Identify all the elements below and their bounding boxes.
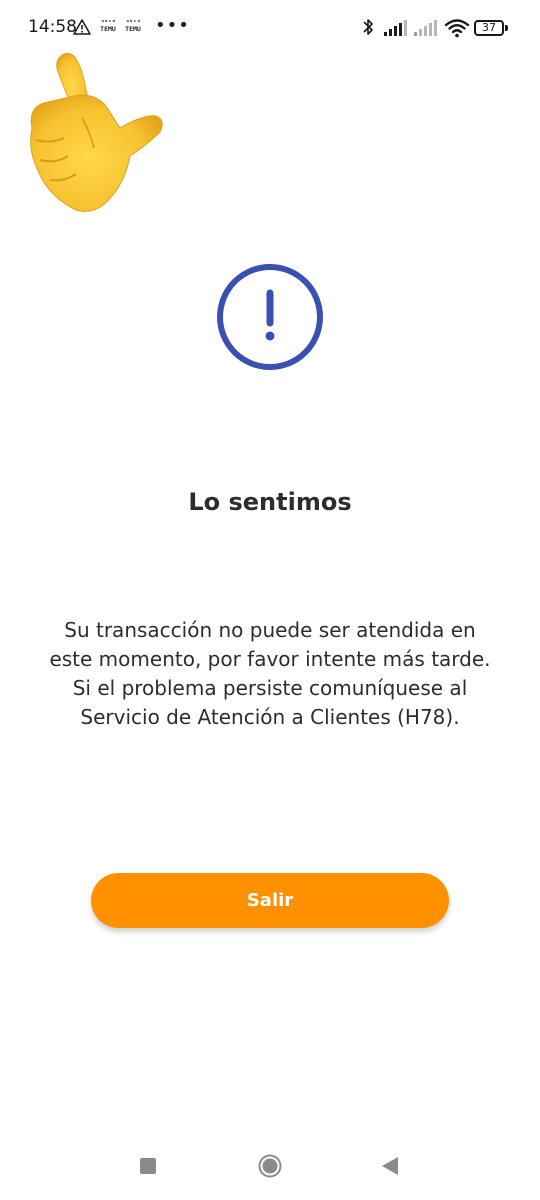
error-screen: 14:58 ᵃᵇᶜᵈ TEMU ᵃᵇᶜᵈ TEMU ••• 37 Lo sent…	[0, 0, 540, 1200]
exit-button[interactable]: Salir	[91, 873, 449, 928]
error-message: Su transacción no puede ser atendida en …	[40, 616, 500, 732]
recents-icon[interactable]	[140, 1158, 156, 1174]
battery-icon: 37	[474, 20, 504, 36]
battery-tip	[505, 25, 508, 31]
cell-signal-icon	[414, 20, 437, 36]
bluetooth-icon	[363, 19, 373, 35]
back-icon[interactable]	[381, 1156, 399, 1176]
exclamation-circle-icon	[217, 264, 323, 370]
navigation-bar	[0, 1140, 540, 1200]
message-line: Si el problema persiste comuníquese al	[72, 676, 468, 700]
temu-badge-label: TEMU	[125, 25, 141, 33]
message-line: Servicio de Atención a Clientes (H78).	[80, 705, 460, 729]
wifi-icon	[444, 19, 470, 38]
more-notifications-icon: •••	[155, 15, 190, 36]
temu-notification-icon: ᵃᵇᶜᵈ TEMU	[97, 19, 119, 35]
page-title: Lo sentimos	[188, 488, 352, 516]
status-time: 14:58	[28, 17, 77, 37]
pointing-hand-icon	[30, 52, 163, 212]
warning-icon	[73, 19, 91, 35]
temu-notification-icon: ᵃᵇᶜᵈ TEMU	[122, 19, 144, 35]
temu-badge-label: TEMU	[100, 25, 116, 33]
home-icon[interactable]	[258, 1154, 282, 1178]
message-line: este momento, por favor intente más tard…	[49, 647, 491, 671]
cell-signal-icon	[384, 20, 407, 36]
message-line: Su transacción no puede ser atendida en	[64, 618, 476, 642]
